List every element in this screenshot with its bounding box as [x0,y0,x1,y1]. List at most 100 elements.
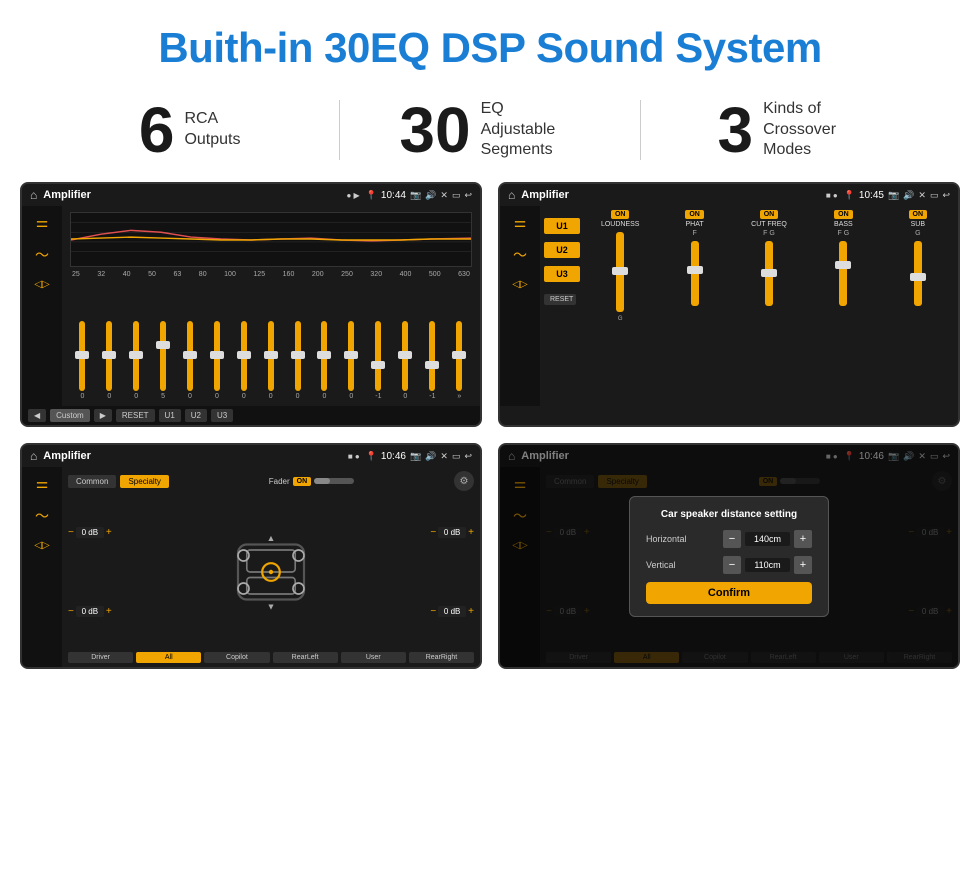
speaker-icon-3[interactable]: ◁▷ [34,540,49,551]
on-badge-sub[interactable]: ON [909,210,928,219]
settings-icon-3[interactable]: ⚙ [454,471,474,491]
cutfreq-label: CUT FREQ [751,221,787,228]
screen1-title: Amplifier [43,189,340,201]
eq-slider-8[interactable]: 0 [295,321,301,400]
speaker-layout-area: − 0 dB + − 0 dB + [68,494,474,649]
preset-u1[interactable]: U1 [544,218,580,234]
eq-slider-3[interactable]: 5 [160,321,166,400]
preset-u3[interactable]: U3 [544,266,580,282]
on-badge-cutfreq[interactable]: ON [760,210,779,219]
db-minus-tr[interactable]: − [430,527,436,538]
phat-slider[interactable] [691,241,699,306]
channel-sub: ON SUB G [882,210,954,402]
screen1-content: ⚌ 〜 ◁▷ [22,206,480,406]
stat-eq: 30 EQ Adjustable Segments [360,98,619,162]
speaker-icon[interactable]: ◁▷ [34,279,49,290]
preset-u2[interactable]: U2 [544,242,580,258]
vertical-minus[interactable]: − [723,556,741,574]
fader-on-btn[interactable]: ON [293,477,312,486]
home-icon-2[interactable]: ⌂ [508,188,515,202]
db-minus-bl[interactable]: − [68,606,74,617]
page-title: Buith-in 30EQ DSP Sound System [0,0,980,88]
db-minus-tl[interactable]: − [68,527,74,538]
on-badge-loudness[interactable]: ON [611,210,630,219]
eq-slider-9[interactable]: 0 [321,321,327,400]
location-icon-1: 📍 [366,190,377,201]
u3-button[interactable]: U3 [211,409,233,422]
eq-main: 253240506380100 125160200250320400500630… [62,206,480,406]
vertical-control: − 110cm + [723,556,812,574]
dialog-title: Car speaker distance setting [646,509,812,520]
dialog-overlay: Car speaker distance setting Horizontal … [500,445,958,667]
eq-slider-1[interactable]: 0 [106,321,112,400]
eq-slider-13[interactable]: -1 [429,321,435,400]
rearleft-btn[interactable]: RearLeft [273,652,338,663]
back-icon-2[interactable]: ↩ [942,190,950,201]
eq-slider-4[interactable]: 0 [187,321,193,400]
eq-slider-12[interactable]: 0 [402,321,408,400]
wave-icon-3[interactable]: 〜 [35,506,49,526]
vertical-value: 110cm [745,558,790,572]
eq-sliders: 0 0 0 5 0 0 0 0 0 0 0 -1 0 -1 » [70,282,472,400]
custom-button[interactable]: Custom [50,409,90,422]
vertical-plus[interactable]: + [794,556,812,574]
u1-button[interactable]: U1 [159,409,181,422]
db-minus-br[interactable]: − [430,606,436,617]
wave-icon-2[interactable]: 〜 [513,245,527,265]
db-plus-br[interactable]: + [468,606,474,617]
db-control-tl: − 0 dB + [68,527,112,538]
horizontal-plus[interactable]: + [794,530,812,548]
eq-icon-3[interactable]: ⚌ [36,475,49,492]
copilot-btn[interactable]: Copilot [204,652,269,663]
fader-track[interactable] [314,478,354,484]
db-val-br: 0 dB [438,606,466,617]
eq-icon-2[interactable]: ⚌ [514,214,527,231]
eq-slider-7[interactable]: 0 [268,321,274,400]
loudness-slider[interactable] [616,232,624,312]
eq-slider-2[interactable]: 0 [133,321,139,400]
play-button[interactable]: ▶ [94,409,112,422]
eq-slider-11[interactable]: -1 [375,321,381,400]
stat-rca: 6 RCA Outputs [60,98,319,162]
screen-eq: ⌂ Amplifier ● ▶ 📍 10:44 📷 🔊 ✕ ▭ ↩ ⚌ 〜 ◁▷ [20,182,482,427]
back-icon-3[interactable]: ↩ [464,451,472,462]
db-plus-tl[interactable]: + [106,527,112,538]
driver-btn[interactable]: Driver [68,652,133,663]
u2-button[interactable]: U2 [185,409,207,422]
sub-slider[interactable] [914,241,922,306]
home-icon-1[interactable]: ⌂ [30,188,37,202]
time-3: 10:46 [381,451,406,462]
reset-button-2[interactable]: RESET [544,294,576,305]
prev-button[interactable]: ◀ [28,409,46,422]
dots-icon-2: ■ ● [826,191,838,200]
rect-icon-3: ▭ [452,451,461,462]
eq-slider-0[interactable]: 0 [79,321,85,400]
eq-slider-5[interactable]: 0 [214,321,220,400]
home-icon-3[interactable]: ⌂ [30,449,37,463]
speaker-icon-2[interactable]: ◁▷ [512,279,527,290]
eq-slider-6[interactable]: 0 [241,321,247,400]
screens-grid: ⌂ Amplifier ● ▶ 📍 10:44 📷 🔊 ✕ ▭ ↩ ⚌ 〜 ◁▷ [0,182,980,689]
all-btn[interactable]: All [136,652,201,663]
horizontal-minus[interactable]: − [723,530,741,548]
db-plus-bl[interactable]: + [106,606,112,617]
channel-phat: ON PHAT F [658,210,730,402]
on-badge-bass[interactable]: ON [834,210,853,219]
stat-crossover-number: 3 [718,98,754,162]
wave-icon[interactable]: 〜 [35,245,49,265]
user-btn[interactable]: User [341,652,406,663]
cutfreq-slider[interactable] [765,241,773,306]
reset-button-1[interactable]: RESET [116,409,155,422]
bass-label: BASS [834,221,853,228]
bass-slider[interactable] [839,241,847,306]
eq-slider-14[interactable]: » [456,321,462,400]
tab-common-3[interactable]: Common [68,475,116,488]
back-icon-1[interactable]: ↩ [464,190,472,201]
on-badge-phat[interactable]: ON [685,210,704,219]
rearright-btn[interactable]: RearRight [409,652,474,663]
tab-specialty-3[interactable]: Specialty [120,475,168,488]
db-plus-tr[interactable]: + [468,527,474,538]
eq-icon[interactable]: ⚌ [36,214,49,231]
eq-slider-10[interactable]: 0 [348,321,354,400]
confirm-button[interactable]: Confirm [646,582,812,604]
